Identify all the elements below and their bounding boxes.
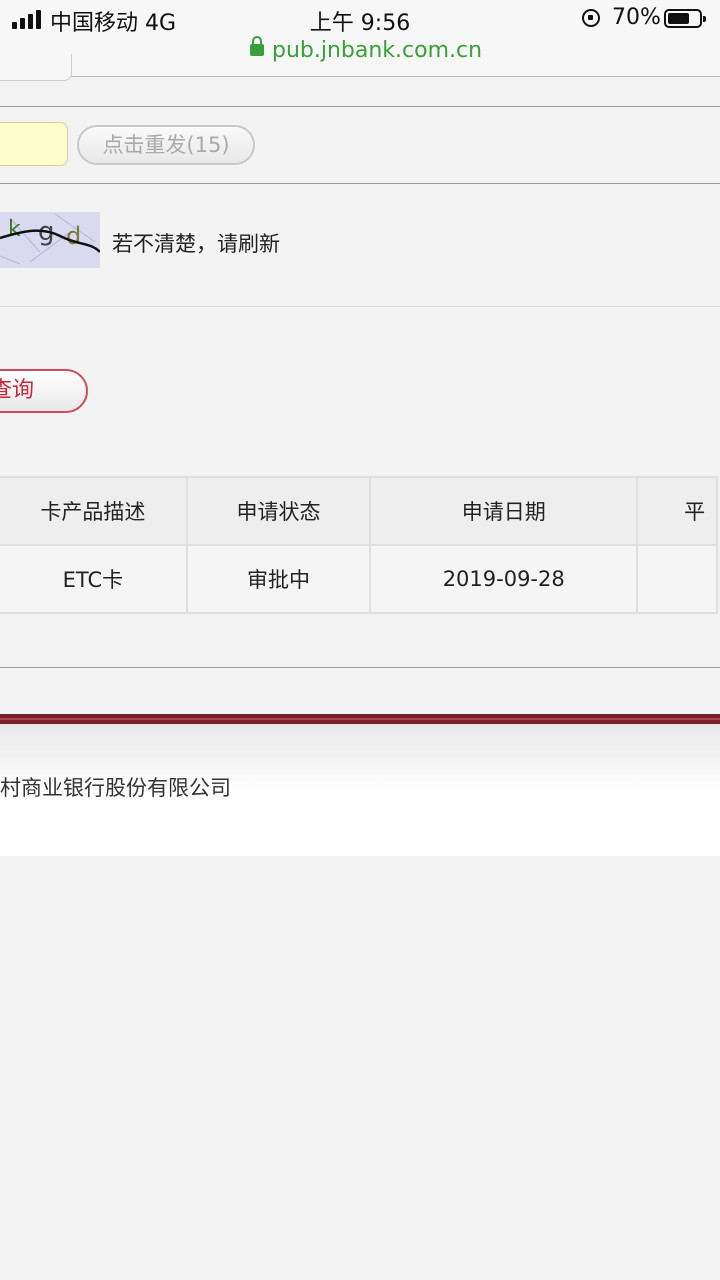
table-header-cell: 申请状态: [185, 476, 372, 546]
svg-text:d: d: [66, 222, 81, 250]
divider: [0, 183, 720, 184]
battery-percent: 70%: [612, 5, 661, 30]
captcha-refresh-hint[interactable]: 若不清楚，请刷新: [112, 228, 280, 258]
table-cell: [636, 544, 718, 614]
partial-input-field[interactable]: [0, 54, 72, 81]
url-text[interactable]: pub.jnbank.com.cn: [272, 38, 482, 63]
table-cell: 2019-09-28: [369, 544, 639, 614]
battery-icon: [664, 9, 706, 28]
rotation-lock-icon: [582, 9, 600, 27]
table-header-row: 卡产品描述 申请状态 申请日期 平: [0, 476, 718, 546]
table-row[interactable]: ETC卡 审批中 2019-09-28: [0, 544, 718, 614]
divider: [0, 306, 720, 307]
lock-icon: [250, 36, 264, 56]
table-header-cell: 卡产品描述: [0, 476, 188, 546]
captcha-image[interactable]: k g d: [0, 212, 100, 268]
table-cell: ETC卡: [0, 544, 188, 614]
application-table: 卡产品描述 申请状态 申请日期 平 ETC卡 审批中 2019-09-28: [0, 476, 718, 614]
table-header-cell: 申请日期: [369, 476, 639, 546]
query-button[interactable]: 查询: [0, 369, 88, 413]
footer-accent-bar: [0, 714, 720, 724]
divider: [0, 106, 720, 107]
svg-text:k: k: [8, 217, 21, 242]
divider: [0, 667, 720, 668]
sms-code-input[interactable]: [0, 122, 68, 166]
footer-copyright: 村商业银行股份有限公司: [0, 776, 231, 800]
resend-code-button[interactable]: 点击重发(15): [77, 125, 255, 165]
status-bar: 中国移动 4G 上午 9:56 70%: [0, 0, 720, 40]
table-cell: 审批中: [185, 544, 372, 614]
table-header-cell: 平: [636, 476, 718, 546]
